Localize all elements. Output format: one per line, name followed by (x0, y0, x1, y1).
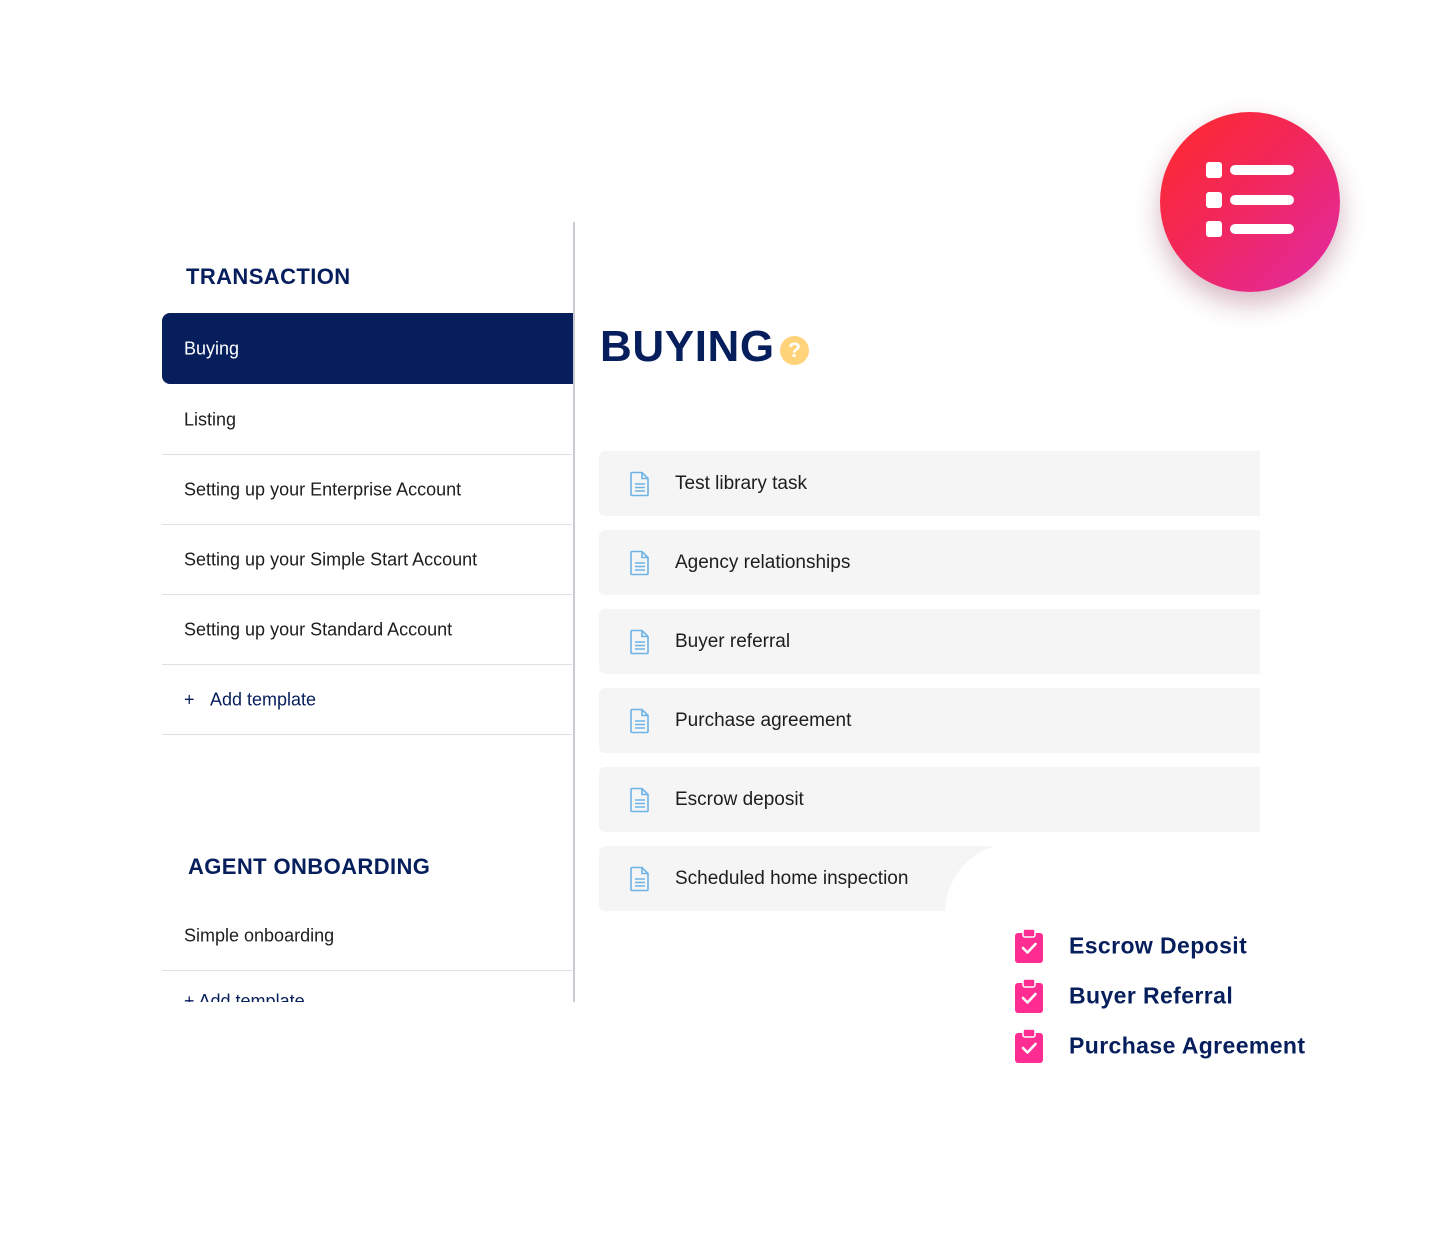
sidebar-item-label: Listing (184, 409, 237, 429)
sidebar-item-simple-onboarding[interactable]: Simple onboarding (162, 901, 572, 971)
clipboard-check-icon (1015, 928, 1043, 963)
task-row[interactable]: Buyer referral (599, 609, 1260, 674)
section-title-agent-onboarding: AGENT ONBOARDING (188, 854, 431, 879)
task-row[interactable]: Escrow deposit (599, 767, 1260, 832)
sidebar-item-simple-start-account[interactable]: Setting up your Simple Start Account (162, 525, 572, 595)
task-label: Escrow deposit (675, 788, 804, 810)
list-icon (1206, 162, 1294, 237)
checklist-item: Buyer Referral (1014, 976, 1434, 1016)
list-badge (1160, 112, 1340, 292)
sidebar-item-label: Buying (184, 338, 240, 358)
checklist-item: Escrow Deposit (1014, 926, 1434, 966)
checklist-item: Purchase Agreement (1014, 1026, 1434, 1066)
sidebar-item-label: Simple onboarding (184, 925, 335, 945)
task-label: Scheduled home inspection (675, 867, 909, 889)
section-title-transaction: TRANSACTION (186, 264, 351, 289)
task-label: Buyer referral (675, 630, 791, 652)
task-row[interactable]: Test library task (599, 451, 1260, 516)
task-label: Agency relationships (675, 551, 851, 573)
sidebar-item-label: Setting up your Standard Account (184, 619, 453, 639)
add-template-button[interactable]: + Add template (162, 665, 572, 735)
sidebar-divider (573, 222, 575, 1002)
sidebar-item-standard-account[interactable]: Setting up your Standard Account (162, 595, 572, 665)
document-icon (630, 629, 649, 655)
plus-icon: + (184, 689, 195, 709)
document-icon (630, 708, 649, 734)
document-icon (630, 471, 649, 497)
sidebar-item-enterprise-account[interactable]: Setting up your Enterprise Account (162, 455, 572, 525)
task-label: Test library task (675, 472, 807, 494)
clipboard-check-icon (1015, 1028, 1043, 1063)
sidebar-item-listing[interactable]: Listing (162, 385, 572, 455)
sidebar-item-buying[interactable]: Buying (162, 313, 574, 384)
task-row[interactable]: Purchase agreement (599, 688, 1260, 753)
add-template-label: Add template (210, 689, 317, 709)
template-sidebar: TRANSACTION Buying Listing Setting up yo… (0, 0, 576, 1250)
callout-overlay (945, 843, 1265, 918)
help-icon[interactable]: ? (780, 336, 809, 365)
document-icon (630, 550, 649, 576)
page-title: BUYING (600, 322, 775, 371)
task-row[interactable]: Agency relationships (599, 530, 1260, 595)
sidebar-item-label: Setting up your Simple Start Account (184, 549, 478, 569)
sidebar-item-label: Setting up your Enterprise Account (184, 479, 462, 499)
checklist-label: Buyer Referral (1069, 982, 1234, 1009)
clipboard-check-icon (1015, 978, 1043, 1013)
checklist-label: Escrow Deposit (1069, 932, 1248, 959)
document-icon (630, 787, 649, 813)
checklist-label: Purchase Agreement (1069, 1032, 1306, 1059)
document-icon (630, 866, 649, 892)
task-label: Purchase agreement (675, 709, 852, 731)
add-template-button-clipped[interactable]: + Add template (184, 992, 344, 1002)
